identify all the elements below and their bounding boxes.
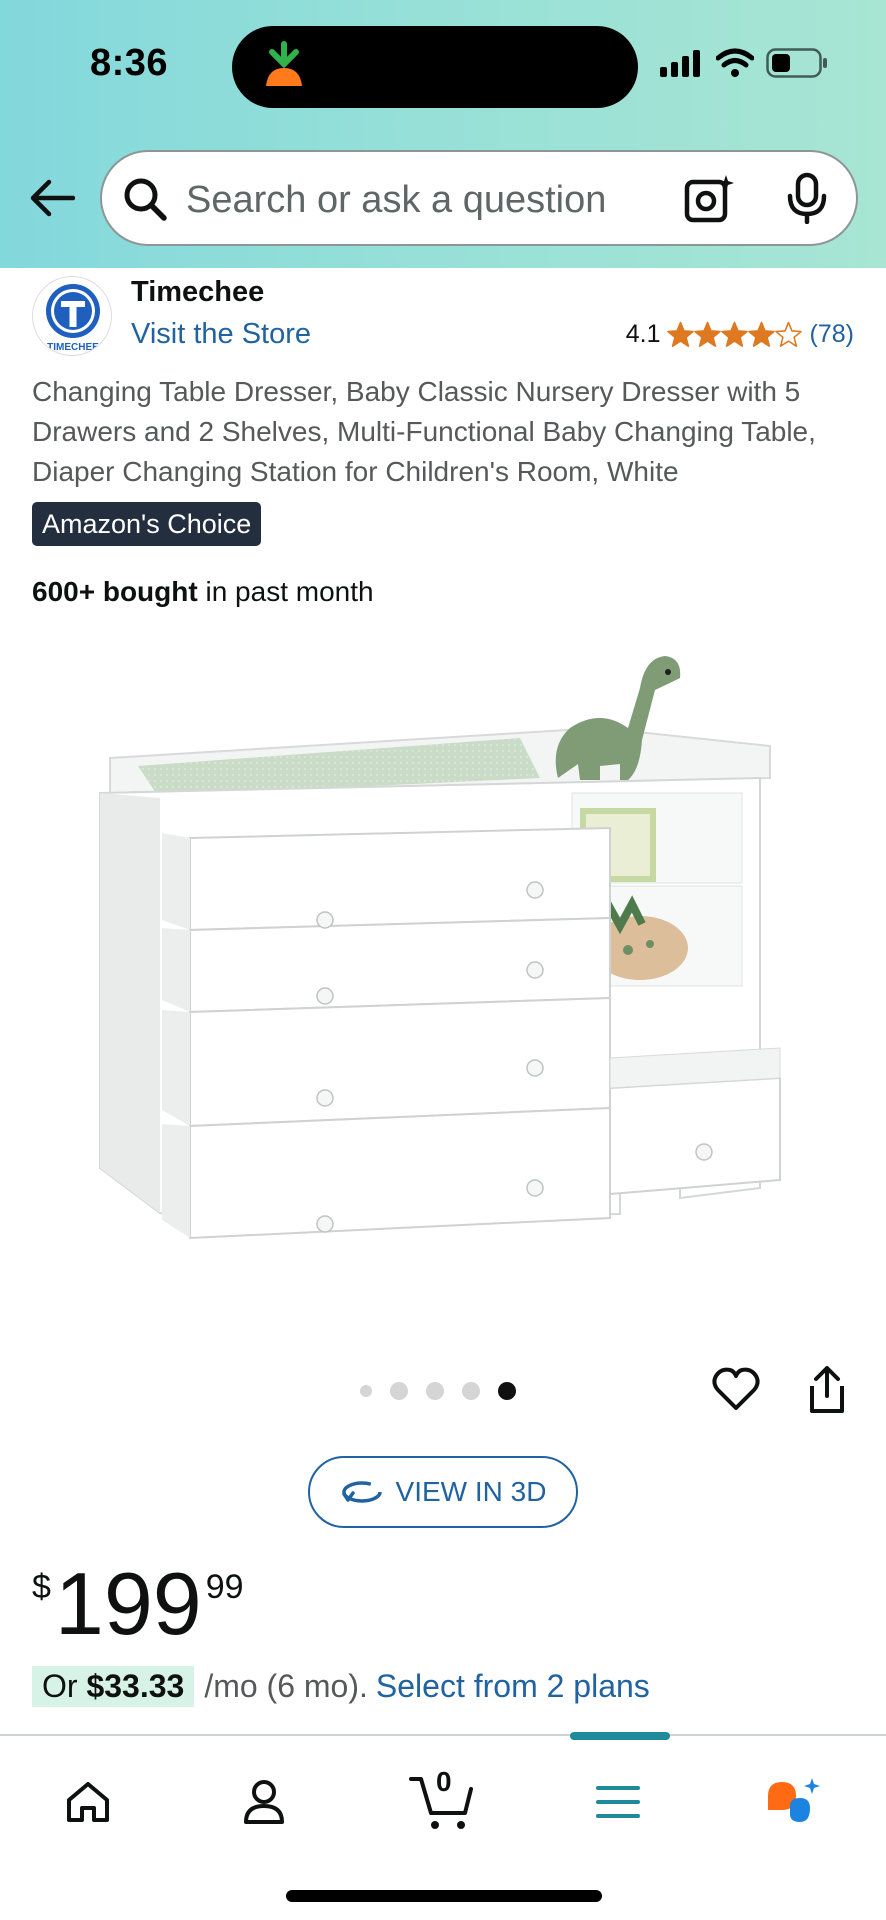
product-image[interactable] xyxy=(80,628,800,1318)
heart-icon[interactable] xyxy=(712,1366,760,1412)
bought-count-bold: 600+ bought xyxy=(32,576,198,607)
view-in-3d-button[interactable]: VIEW IN 3D xyxy=(308,1456,578,1528)
bought-count: 600+ bought in past month xyxy=(32,576,374,608)
home-indicator xyxy=(286,1890,602,1902)
price: $ 199 99 xyxy=(32,1556,244,1652)
carousel-dot[interactable] xyxy=(360,1385,372,1397)
installment-offer: Or $33.33 /mo (6 mo). Select from 2 plan… xyxy=(32,1666,650,1707)
svg-text:TIMECHEE: TIMECHEE xyxy=(47,342,99,353)
back-button[interactable] xyxy=(26,172,78,224)
wifi-icon xyxy=(716,48,754,77)
cart-count: 0 xyxy=(436,1766,452,1797)
camera-search-icon[interactable] xyxy=(684,174,734,224)
star-full-icon xyxy=(666,321,694,347)
rating-count[interactable]: (78) xyxy=(810,320,854,349)
dynamic-island xyxy=(232,26,638,108)
product-title: Changing Table Dresser, Baby Classic Nur… xyxy=(32,376,816,487)
carrot-app-icon xyxy=(266,41,302,86)
nav-rufus[interactable] xyxy=(754,1762,834,1842)
bought-count-rest: in past month xyxy=(197,576,374,607)
rufus-chat-icon xyxy=(768,1778,820,1822)
status-time: 8:36 xyxy=(90,42,169,84)
rotate-3d-icon xyxy=(341,1481,382,1503)
brand-name: Timechee xyxy=(131,276,265,308)
star-full-icon xyxy=(720,321,748,347)
share-icon[interactable] xyxy=(806,1366,848,1414)
price-symbol: $ xyxy=(32,1568,51,1606)
carousel-dot[interactable] xyxy=(390,1382,408,1400)
carousel-dot[interactable] xyxy=(462,1382,480,1400)
installment-amount: $33.33 xyxy=(86,1668,185,1704)
star-rating xyxy=(666,321,802,348)
star-full-icon xyxy=(693,321,721,347)
nav-active-indicator xyxy=(570,1732,670,1740)
amazons-choice-badge[interactable]: Amazon's Choice xyxy=(32,502,262,546)
carousel-dots[interactable] xyxy=(360,1382,516,1400)
view-in-3d-label: VIEW IN 3D xyxy=(395,1476,547,1507)
carousel-dot-active[interactable] xyxy=(498,1382,516,1400)
select-plans-link[interactable]: Select from 2 plans xyxy=(376,1668,650,1705)
nav-home[interactable] xyxy=(48,1762,128,1842)
nav-menu[interactable] xyxy=(578,1762,658,1842)
top-header: 8:36 xyxy=(0,0,886,268)
signal-icon xyxy=(660,50,700,77)
installment-term: /mo (6 mo). xyxy=(204,1668,368,1704)
search-input[interactable] xyxy=(186,176,606,224)
back-arrow-icon xyxy=(30,179,75,217)
visit-store-link[interactable]: Visit the Store xyxy=(131,318,311,351)
rating-summary[interactable]: 4.1 (78) xyxy=(626,320,854,349)
star-full-icon xyxy=(747,321,775,347)
price-fraction: 99 xyxy=(205,1568,244,1606)
nav-account[interactable] xyxy=(224,1762,304,1842)
status-icons xyxy=(660,48,828,78)
search-icon xyxy=(124,178,167,221)
installment-amount-highlight: Or $33.33 xyxy=(32,1666,195,1707)
carousel-dot[interactable] xyxy=(426,1382,444,1400)
nav-cart[interactable]: 0 xyxy=(402,1762,482,1842)
microphone-icon[interactable] xyxy=(786,172,828,224)
star-partial-icon xyxy=(774,321,802,347)
account-icon xyxy=(244,1780,284,1824)
price-whole: 199 xyxy=(54,1554,202,1653)
rating-value: 4.1 xyxy=(625,320,661,348)
home-icon xyxy=(67,1782,109,1822)
installment-prefix: Or xyxy=(42,1668,87,1704)
battery-icon xyxy=(766,48,827,78)
search-bar[interactable] xyxy=(100,150,858,246)
menu-icon xyxy=(596,1786,640,1818)
timechee-logo-icon: TIMECHEE xyxy=(46,284,100,353)
brand-logo[interactable]: TIMECHEE xyxy=(32,276,112,356)
